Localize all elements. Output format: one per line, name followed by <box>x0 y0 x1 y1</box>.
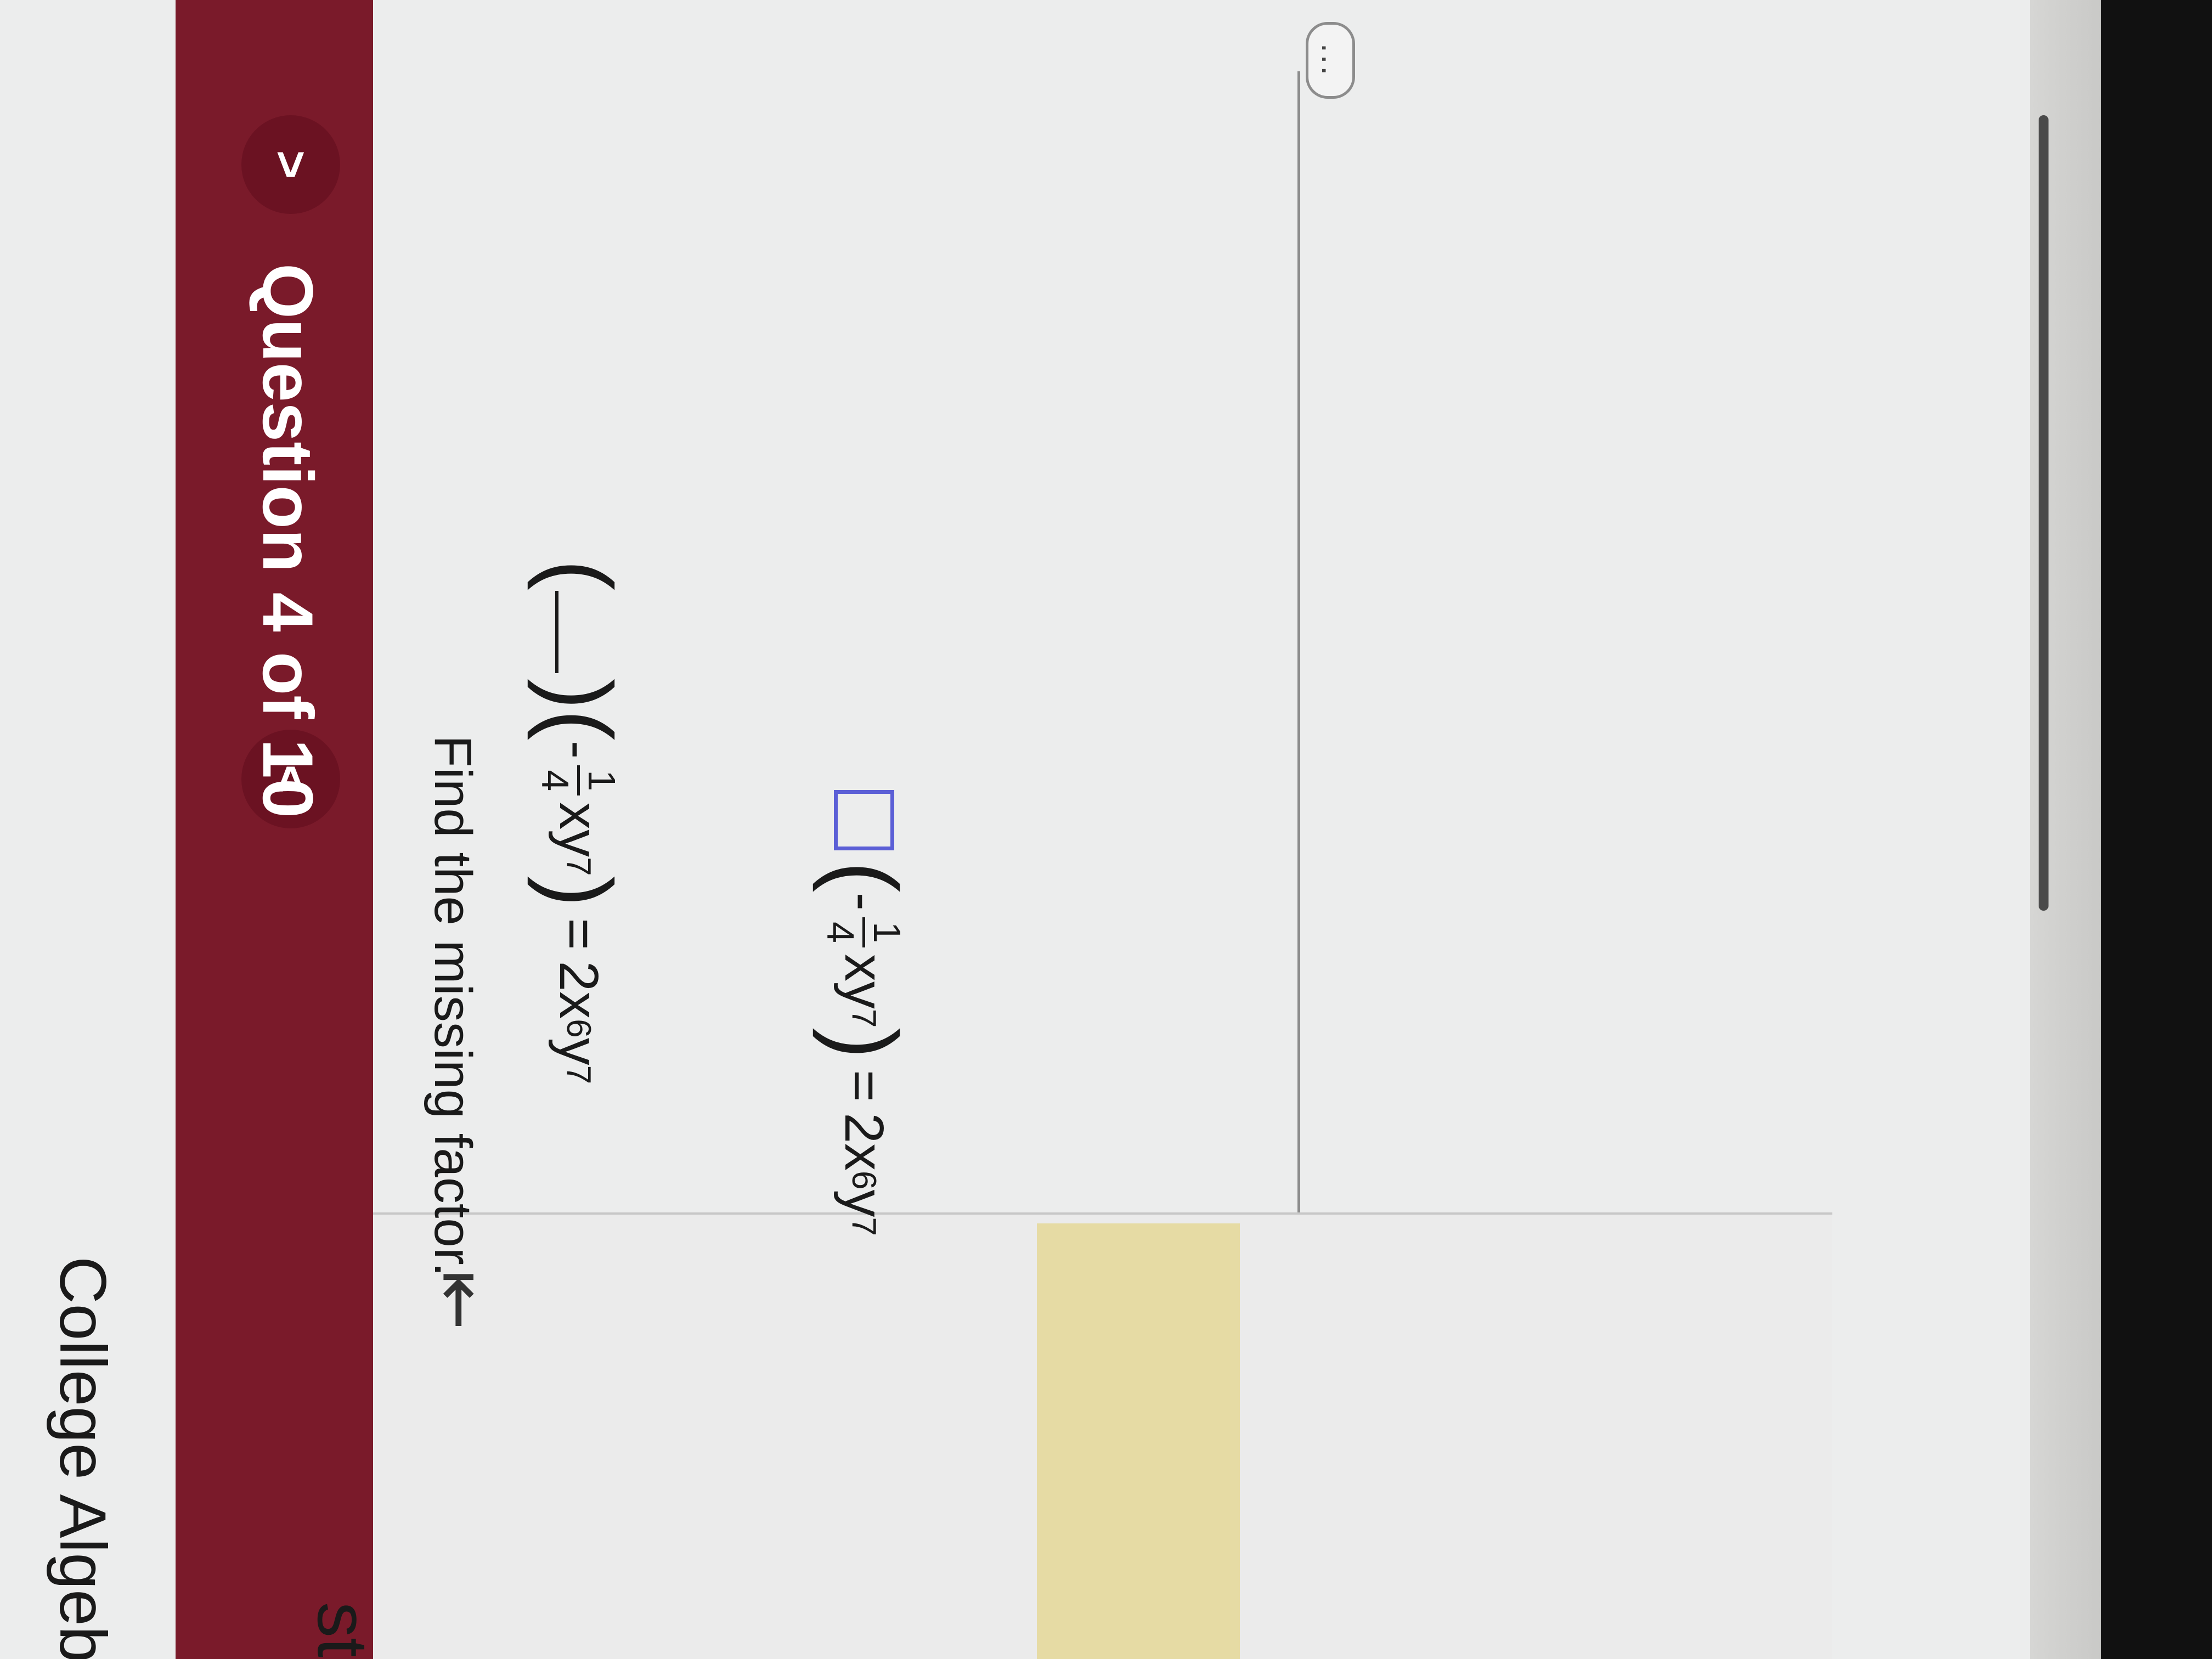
answer-input-box[interactable] <box>834 790 894 850</box>
rhs-y: y <box>548 1037 610 1065</box>
rhs-coefficient: 2x <box>833 1113 895 1171</box>
open-paren: ( <box>812 861 916 893</box>
frac-sign: - <box>548 740 610 759</box>
scrollbar-thumb[interactable] <box>2039 115 2049 911</box>
header-bar <box>176 0 373 1659</box>
section-divider <box>1297 71 1300 1212</box>
sidebar-active-item[interactable] <box>1037 1223 1240 1659</box>
rhs-x-exponent: 6 <box>560 1019 598 1038</box>
open-paren: ( <box>527 560 631 591</box>
equals-sign: = <box>833 1069 895 1102</box>
close-paren: ) <box>527 876 631 907</box>
question-counter: Question 4 of 10 <box>248 263 328 819</box>
rhs-y-exponent: 7 <box>560 1065 598 1085</box>
equation-answer: ( - 1 4 xy 7 ) = 2x 6 y7 <box>812 790 916 1236</box>
term: xy <box>833 953 895 1009</box>
photo-frame: College Algebra st < Question 4 of 10 > … <box>0 0 2212 1659</box>
equals-sign: = <box>548 918 610 950</box>
term-exponent: 7 <box>560 857 598 876</box>
equation-prompt: ( ) ( - 1 4 xy 7 ) = 2x 6 y7 <box>527 560 631 1085</box>
term-exponent: 7 <box>845 1008 883 1028</box>
frac-numerator: 1 <box>862 917 910 947</box>
app-viewport: College Algebra st < Question 4 of 10 > … <box>0 0 2030 1659</box>
course-title: College Algebra <box>46 1256 120 1659</box>
partial-text: st <box>303 1602 383 1658</box>
open-paren: ( <box>527 709 631 741</box>
close-paren: ) <box>812 1028 916 1059</box>
question-instruction: Find the missing factor. <box>424 735 482 1277</box>
rhs-y: y <box>833 1189 895 1217</box>
more-options-button[interactable]: ... <box>1306 22 1355 99</box>
close-paren: ) <box>527 678 631 710</box>
rhs-y-exponent: 7 <box>845 1217 883 1236</box>
fraction: 1 4 <box>819 917 910 947</box>
missing-factor-blank <box>555 590 602 673</box>
frac-numerator: 1 <box>577 765 624 796</box>
rhs-x-exponent: 6 <box>845 1171 883 1190</box>
frac-denominator: 4 <box>534 770 577 792</box>
fraction: 1 4 <box>534 765 624 796</box>
frac-sign: - <box>833 892 895 911</box>
next-question-button[interactable]: > <box>241 115 340 214</box>
frac-denominator: 4 <box>819 921 862 943</box>
term: xy <box>548 802 610 857</box>
device-bezel <box>2101 0 2212 1659</box>
rhs-coefficient: 2x <box>548 961 610 1019</box>
